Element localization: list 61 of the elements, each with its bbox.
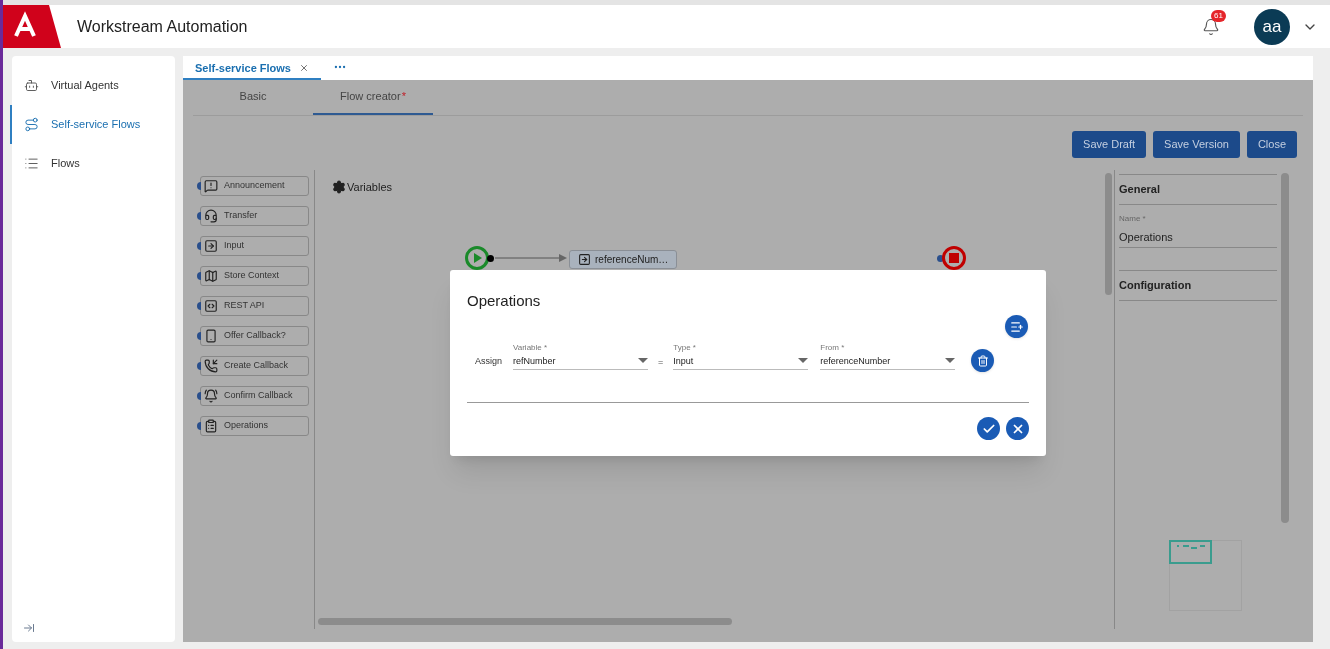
- palette-item[interactable]: Store Context: [200, 266, 309, 286]
- section-title: Configuration: [1119, 271, 1277, 301]
- sidebar-item[interactable]: Virtual Agents: [10, 66, 175, 105]
- palette-item[interactable]: Offer Callback?: [200, 326, 309, 346]
- trash-icon: [976, 354, 989, 367]
- select-field[interactable]: Variable * refNumber: [513, 342, 648, 370]
- dropdown-caret-icon: [945, 358, 956, 365]
- list-add-icon: [1009, 319, 1024, 334]
- expand-sidebar-icon[interactable]: [23, 622, 35, 634]
- dropdown-caret-icon: [798, 358, 809, 365]
- editor-tab[interactable]: Flow creator*: [313, 80, 433, 115]
- sidebar-item[interactable]: Self-service Flows: [10, 105, 175, 144]
- name-field[interactable]: Name * Operations: [1119, 212, 1277, 248]
- clipboard-icon: [204, 419, 218, 433]
- alert-message-icon: [204, 179, 218, 193]
- notifications-button[interactable]: 61: [1196, 11, 1226, 42]
- headset-icon: [204, 209, 218, 223]
- palette-item[interactable]: Confirm Callback: [200, 386, 309, 406]
- vertical-scrollbar[interactable]: [1104, 173, 1112, 295]
- variables-link[interactable]: Variables: [347, 179, 393, 196]
- equals-sign: =: [657, 355, 665, 369]
- palette-item[interactable]: Announcement: [200, 176, 309, 196]
- phone-icon: [204, 329, 218, 343]
- dropdown-caret-icon: [638, 358, 648, 365]
- delete-operation-button[interactable]: [971, 349, 995, 372]
- sidebar-item[interactable]: Flows: [10, 144, 175, 183]
- settings-icon[interactable]: [332, 180, 346, 195]
- map-icon: [204, 269, 218, 283]
- bell-icon: [1202, 17, 1220, 36]
- list-icon: [24, 156, 39, 171]
- section-title: General: [1119, 175, 1277, 205]
- route-icon: [24, 117, 39, 132]
- bell-icon: [204, 389, 218, 403]
- row-label: Assign: [475, 354, 503, 368]
- dialog-title: Operations: [467, 291, 542, 311]
- confirm-button[interactable]: [977, 417, 1000, 440]
- node-label: referenceNum…: [595, 253, 669, 267]
- incoming-call-icon: [204, 359, 218, 373]
- close-icon[interactable]: [299, 63, 309, 73]
- horizontal-scrollbar[interactable]: [318, 618, 732, 625]
- code-icon: [204, 299, 218, 313]
- add-operation-button[interactable]: [1005, 315, 1028, 338]
- user-avatar[interactable]: aa: [1254, 8, 1290, 45]
- app-title: Workstream Automation: [77, 16, 248, 37]
- flow-node[interactable]: referenceNum…: [569, 250, 677, 269]
- select-field[interactable]: Type * Input: [673, 342, 809, 370]
- select-field[interactable]: From * referenceNumber: [820, 342, 956, 370]
- action-button[interactable]: Save Version: [1153, 131, 1240, 158]
- robot-icon: [24, 78, 39, 93]
- palette-item[interactable]: Operations: [200, 416, 309, 436]
- palette-item[interactable]: REST API: [200, 296, 309, 316]
- palette-item[interactable]: Input: [200, 236, 309, 256]
- palette-item[interactable]: Create Callback: [200, 356, 309, 376]
- action-button[interactable]: Save Draft: [1072, 131, 1147, 158]
- panel-scrollbar[interactable]: [1281, 173, 1289, 523]
- notification-count: 61: [1211, 9, 1226, 22]
- palette-item[interactable]: Transfer: [200, 206, 309, 226]
- cancel-button[interactable]: [1006, 417, 1029, 440]
- action-button[interactable]: Close: [1246, 131, 1297, 158]
- play-icon: [472, 253, 482, 263]
- editor-tab[interactable]: Basic: [193, 80, 313, 115]
